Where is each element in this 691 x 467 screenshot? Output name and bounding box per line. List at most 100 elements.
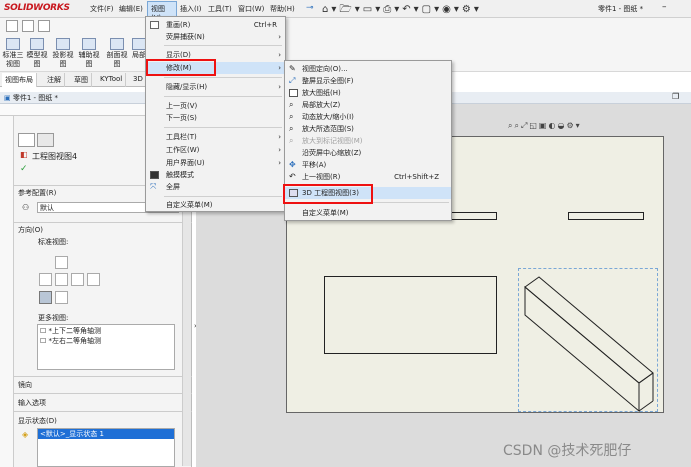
menu-item-hide-show[interactable]: 隐藏/显示(H) › [146, 81, 285, 93]
section-import-options[interactable]: 输入选项 [18, 398, 46, 408]
zoom-sheet-icon [289, 89, 298, 97]
submenu-item-customize[interactable]: 自定义菜单(M) [285, 207, 451, 219]
menu-item-screen-capture[interactable]: 荧屏捕获(N) › [146, 31, 285, 43]
document-tab[interactable]: ▣ 零件1 - 图纸 * [4, 93, 58, 103]
pin-icon[interactable]: ⊸ [306, 3, 314, 13]
drawing-view-side[interactable] [568, 212, 644, 220]
menu-item-redraw[interactable]: 重画(R) Ctrl+R [146, 19, 285, 31]
submenu-item-zoom-area[interactable]: ⌕ 局部放大(Z) [285, 99, 451, 111]
menu-item-label: 工作区(W) [166, 146, 200, 154]
view-top-icon[interactable] [55, 273, 68, 286]
submenu-item-label: 放大图纸(H) [302, 89, 341, 97]
divider [14, 393, 192, 394]
highlight-box [146, 59, 216, 76]
divider [14, 411, 192, 412]
model-view-tool[interactable]: 模型视图 [26, 38, 48, 69]
menu-item-label: 隐藏/显示(H) [166, 83, 208, 91]
ok-check-icon[interactable]: ✓ [20, 164, 28, 174]
menu-item-toolbars[interactable]: 工具栏(T) › [146, 131, 285, 143]
menu-item-label: 全屏 [166, 183, 180, 191]
more-views-label: 更多视图: [38, 314, 69, 322]
menu-tools[interactable]: 工具(T) [208, 4, 232, 14]
restore-icon[interactable]: ❐ [672, 92, 679, 101]
submenu-item-zoom-selection[interactable]: ⌕ 放大所选范围(S) [285, 123, 451, 135]
submenu-item-previous-view[interactable]: ↶ 上一视图(R) Ctrl+Shift+Z [285, 171, 451, 183]
menu-insert[interactable]: 插入(I) [180, 4, 202, 14]
view-right-icon[interactable] [71, 273, 84, 286]
view-back-icon[interactable] [55, 291, 68, 304]
section-display-state[interactable]: 显示状态(D) [18, 416, 57, 426]
section-orientation[interactable]: 方向(O) [18, 225, 43, 235]
menu-item-label: 重画(R) [166, 21, 191, 29]
submenu-item-view-orientation[interactable]: ✎ 视图定向(O)... [285, 63, 451, 75]
auxiliary-view-tool[interactable]: 辅助视图 [78, 38, 100, 69]
view-icon: ◧ [20, 150, 28, 159]
three-view-icon [6, 38, 20, 50]
quick-access-icon[interactable] [38, 20, 50, 32]
previous-view-icon: ↶ [289, 172, 296, 181]
drawing-view-front[interactable] [324, 276, 497, 354]
menu-view[interactable]: 视图(V) [147, 1, 177, 22]
model-view-icon [30, 38, 44, 50]
submenu-item-zoom-center[interactable]: 沿荧屏中心缩放(Z) [285, 147, 451, 159]
menu-item-label: 荧屏捕获(N) [166, 33, 205, 41]
pm-list-icon[interactable] [37, 133, 54, 147]
menu-divider [164, 127, 282, 128]
menu-divider [164, 96, 282, 97]
view-front-icon[interactable] [55, 256, 68, 269]
menu-item-workspace[interactable]: 工作区(W) › [146, 144, 285, 156]
view-iso-icon[interactable] [39, 291, 52, 304]
menu-file[interactable]: 文件(F) [90, 4, 114, 14]
touch-icon [150, 171, 159, 179]
menu-item-next-page[interactable]: 下一页(S) [146, 112, 285, 124]
submenu-item-zoom-fit[interactable]: ⤢ 整屏显示全图(F) [285, 75, 451, 87]
menu-window[interactable]: 窗口(W) [238, 4, 264, 14]
submenu-item-label: 视图定向(O)... [302, 65, 348, 73]
tab-annotation[interactable]: 注解 [44, 73, 65, 87]
menu-edit[interactable]: 编辑(E) [119, 4, 143, 14]
pm-tab-icon[interactable] [18, 133, 35, 147]
menu-item-user-interface[interactable]: 用户界面(U) › [146, 157, 285, 169]
display-state-item[interactable]: <默认>_显示状态 1 [38, 429, 174, 439]
submenu-item-zoom-dynamic[interactable]: ⌕ 动态放大/缩小(I) [285, 111, 451, 123]
zoom-fit-icon: ⤢ [289, 76, 296, 85]
menu-item-label: 上一页(V) [166, 102, 198, 110]
display-state-icon: ◈ [22, 430, 29, 439]
highlight-box [283, 184, 373, 204]
tab-view-layout[interactable]: 视图布局 [2, 73, 37, 87]
tab-sketch[interactable]: 草图 [71, 73, 92, 87]
divider [14, 222, 192, 223]
drawing-icon: ▣ [4, 94, 13, 102]
standard-toolbar-icons[interactable]: ⌂▾🗁▾▭▾⎙▾↶▾▢▾◉▾⚙▾ [322, 2, 482, 19]
submenu-item-label: 上一视图(R) [302, 173, 341, 181]
submenu-item-label: 整屏显示全图(F) [302, 77, 354, 85]
quick-access-icon[interactable] [6, 20, 18, 32]
projected-view-tool[interactable]: 投影视图 [52, 38, 74, 69]
submenu-item-pan[interactable]: ✥ 平移(A) [285, 159, 451, 171]
view-bottom-icon[interactable] [87, 273, 100, 286]
submenu-item-zoom-sheet[interactable]: 放大图纸(H) [285, 87, 451, 99]
more-view-label: *上下二等角轴测 [48, 327, 102, 335]
menu-item-label: 工具栏(T) [166, 133, 197, 141]
drawing-view-isometric[interactable] [518, 268, 658, 413]
more-view-item[interactable]: ☐ *上下二等角轴测 [40, 326, 101, 336]
standard-three-view-tool[interactable]: 标准三视图 [2, 38, 24, 69]
heads-up-toolbar[interactable]: ⌕⌕⤢◱▣◐◒⚙▾ [508, 121, 582, 131]
menu-item-fullscreen[interactable]: ⤧ 全屏 [146, 181, 285, 193]
minimize-icon[interactable]: – [662, 2, 667, 12]
quick-access-icon[interactable] [22, 20, 34, 32]
menu-item-touch-mode[interactable]: 触摸模式 [146, 169, 285, 181]
menu-item-label: 自定义菜单(M) [166, 201, 213, 209]
more-view-item[interactable]: ☐ *左右二等角轴测 [40, 336, 101, 346]
menu-help[interactable]: 帮助(H) [270, 4, 295, 14]
tab-kytool[interactable]: KYTool [97, 73, 127, 87]
menu-item-customize[interactable]: 自定义菜单(M) [146, 199, 285, 211]
section-ref-config[interactable]: 参考配置(R) [18, 188, 56, 198]
zoom-area-icon: ⌕ [289, 100, 294, 109]
menu-item-prev-page[interactable]: 上一页(V) [146, 100, 285, 112]
document-title: 零件1 - 图纸 * [598, 5, 644, 13]
view-left-icon[interactable] [39, 273, 52, 286]
section-mirror[interactable]: 镜向 [18, 380, 32, 390]
fullscreen-icon: ⤧ [150, 182, 157, 191]
section-view-tool[interactable]: 剖面视图 [106, 38, 128, 69]
